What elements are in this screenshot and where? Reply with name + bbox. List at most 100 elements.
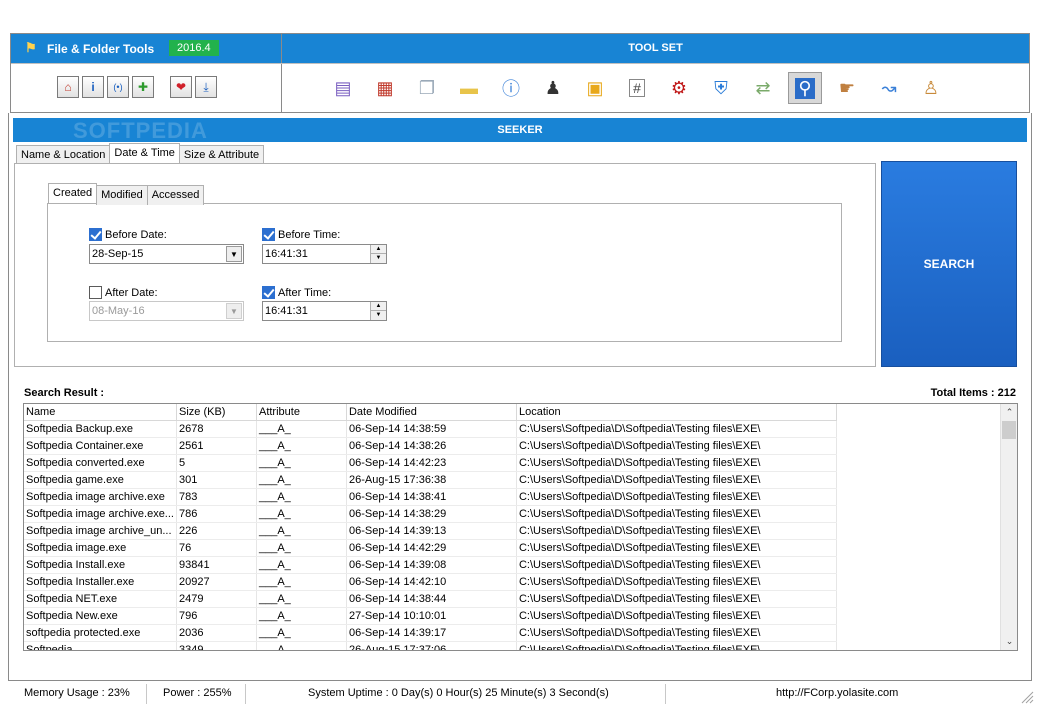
tool-settings[interactable]: ⚙ <box>662 72 696 104</box>
column-location[interactable]: Location <box>516 404 837 421</box>
tool-shield[interactable]: ⛨ <box>704 72 738 104</box>
tool-search[interactable]: ⚲ <box>788 72 822 104</box>
before-time-value: 16:41:31 <box>265 248 308 260</box>
tool-spy[interactable]: ♟ <box>536 72 570 104</box>
vertical-scrollbar[interactable]: ⌃ ⌄ <box>1000 404 1017 650</box>
handshake-icon: ☛ <box>838 77 856 98</box>
after-time-input[interactable]: 16:41:31 ▲ ▼ <box>262 301 387 321</box>
spin-down-icon[interactable]: ▼ <box>371 254 386 263</box>
spy-icon: ♟ <box>544 77 562 98</box>
total-items: Total Items : 212 <box>931 387 1016 399</box>
cell-size: 786 <box>176 505 257 523</box>
table-row[interactable]: Softpedia ... 3349 ___A_ 26-Aug-15 17:37:06… <box>24 641 837 650</box>
table-row[interactable]: Softpedia Backup.exe 2678 ___A_ 06-Sep-14 1… <box>24 420 837 438</box>
tool-calendar[interactable]: ▦ <box>368 72 402 104</box>
download-button[interactable]: ⤓ <box>195 76 217 98</box>
total-items-label: Total Items : <box>930 387 995 399</box>
info-button[interactable]: i <box>82 76 104 98</box>
after-time-checkbox[interactable] <box>262 286 275 299</box>
before-date-picker[interactable]: 28-Sep-15 ▼ <box>89 244 244 264</box>
cell-location: C:\Users\Softpedia\D\Softpedia\Testing f… <box>516 420 837 438</box>
cell-location: C:\Users\Softpedia\D\Softpedia\Testing f… <box>516 590 837 608</box>
spin-up-icon[interactable]: ▲ <box>371 302 386 311</box>
favorite-button[interactable]: ❤ <box>170 76 192 98</box>
table-row[interactable]: Softpedia NET.exe 2479 ___A_ 06-Sep-14 14:3… <box>24 590 837 608</box>
tab-date-time[interactable]: Date & Time <box>109 143 180 163</box>
spin-up-icon[interactable]: ▲ <box>371 245 386 254</box>
chevron-down-icon[interactable]: ▼ <box>226 246 242 262</box>
cell-name: Softpedia image archive.exe... <box>24 505 177 523</box>
scroll-up-icon[interactable]: ⌃ <box>1001 404 1017 421</box>
after-date-group: After Date: <box>89 286 158 299</box>
memory-usage: Memory Usage : 23% <box>24 687 130 699</box>
tool-notes[interactable]: ▤ <box>326 72 360 104</box>
tool-text[interactable]: ▬ <box>452 72 486 104</box>
scroll-thumb[interactable] <box>1002 421 1016 439</box>
table-row[interactable]: Softpedia Container.exe 2561 ___A_ 06-Sep-1… <box>24 437 837 455</box>
softpedia-watermark: SOFTPEDIA <box>73 118 208 143</box>
spin-down-icon[interactable]: ▼ <box>371 311 386 320</box>
copy-icon: ❐ <box>418 77 436 98</box>
power-status: Power : 255% <box>163 687 232 699</box>
chevron-down-icon[interactable]: ▼ <box>226 303 242 319</box>
table-row[interactable]: Softpedia image archive.exe 783 ___A_ 06-Se… <box>24 488 837 506</box>
column-attribute[interactable]: Attribute <box>256 404 347 421</box>
cell-date-modified: 06-Sep-14 14:38:41 <box>346 488 517 506</box>
subtab-accessed[interactable]: Accessed <box>146 185 205 205</box>
after-date-picker[interactable]: 08-May-16 ▼ <box>89 301 244 321</box>
wireless-icon: (•) <box>113 82 123 92</box>
table-row[interactable]: Softpedia Installer.exe 20927 ___A_ 06-Sep-… <box>24 573 837 591</box>
cell-date-modified: 06-Sep-14 14:39:08 <box>346 556 517 574</box>
tool-chart[interactable]: ↝ <box>872 72 906 104</box>
before-time-input[interactable]: 16:41:31 ▲ ▼ <box>262 244 387 264</box>
results-table[interactable]: Name Size (KB) Attribute Date Modified L… <box>23 403 1018 651</box>
tool-folder[interactable]: ▣ <box>578 72 612 104</box>
cell-date-modified: 27-Sep-14 10:10:01 <box>346 607 517 625</box>
before-date-checkbox[interactable] <box>89 228 102 241</box>
tool-info[interactable]: ⓘ <box>494 72 528 104</box>
table-row[interactable]: Softpedia image.exe 76 ___A_ 06-Sep-14 14:4… <box>24 539 837 557</box>
cell-size: 226 <box>176 522 257 540</box>
cell-size: 2036 <box>176 624 257 642</box>
table-row[interactable]: softpedia protected.exe 2036 ___A_ 06-Sep-1… <box>24 624 837 642</box>
add-favorite-button[interactable]: ✚ <box>132 76 154 98</box>
tool-user-lock[interactable]: ♙ <box>914 72 948 104</box>
column-name[interactable]: Name <box>24 404 177 421</box>
website-link[interactable]: http://FCorp.yolasite.com <box>776 687 898 699</box>
app-header: ⚑ File & Folder Tools 2016.4 TOOL SET ⌂ … <box>10 33 1030 113</box>
cell-date-modified: 06-Sep-14 14:39:13 <box>346 522 517 540</box>
after-date-value: 08-May-16 <box>92 305 145 317</box>
cell-size: 2678 <box>176 420 257 438</box>
search-button[interactable]: SEARCH <box>881 161 1017 367</box>
table-row[interactable]: Softpedia game.exe 301 ___A_ 26-Aug-15 17:3… <box>24 471 837 489</box>
notes-icon: ▤ <box>334 77 352 98</box>
tab-name-location[interactable]: Name & Location <box>16 145 111 165</box>
cell-date-modified: 06-Sep-14 14:38:44 <box>346 590 517 608</box>
wireless-button[interactable]: (•) <box>107 76 129 98</box>
subtab-created[interactable]: Created <box>48 183 98 203</box>
tool-exchange[interactable]: ⇄ <box>746 72 780 104</box>
tool-hash[interactable]: # <box>620 72 654 104</box>
home-button[interactable]: ⌂ <box>57 76 79 98</box>
tool-copy[interactable]: ❐ <box>410 72 444 104</box>
before-time-checkbox[interactable] <box>262 228 275 241</box>
tool-handshake[interactable]: ☛ <box>830 72 864 104</box>
column-size[interactable]: Size (KB) <box>176 404 257 421</box>
subtab-modified[interactable]: Modified <box>96 185 148 205</box>
table-row[interactable]: Softpedia Install.exe 93841 ___A_ 06-Sep-14… <box>24 556 837 574</box>
table-row[interactable]: Softpedia converted.exe 5 ___A_ 06-Sep-14 1… <box>24 454 837 472</box>
table-row[interactable]: Softpedia New.exe 796 ___A_ 27-Sep-14 10:10… <box>24 607 837 625</box>
resize-grip-icon[interactable] <box>1018 688 1034 704</box>
scroll-down-icon[interactable]: ⌄ <box>1001 633 1017 650</box>
tab-size-attribute[interactable]: Size & Attribute <box>178 145 265 165</box>
column-date-modified[interactable]: Date Modified <box>346 404 517 421</box>
cell-attribute: ___A_ <box>256 437 347 455</box>
cell-location: C:\Users\Softpedia\D\Softpedia\Testing f… <box>516 522 837 540</box>
total-items-count: 212 <box>997 387 1016 399</box>
table-row[interactable]: Softpedia image archive_un... 226 ___A_ 06-… <box>24 522 837 540</box>
before-date-group: Before Date: <box>89 228 167 241</box>
after-time-group: After Time: <box>262 286 331 299</box>
after-date-checkbox[interactable] <box>89 286 102 299</box>
table-row[interactable]: Softpedia image archive.exe... 786 ___A_ 06… <box>24 505 837 523</box>
header-divider <box>281 34 282 112</box>
